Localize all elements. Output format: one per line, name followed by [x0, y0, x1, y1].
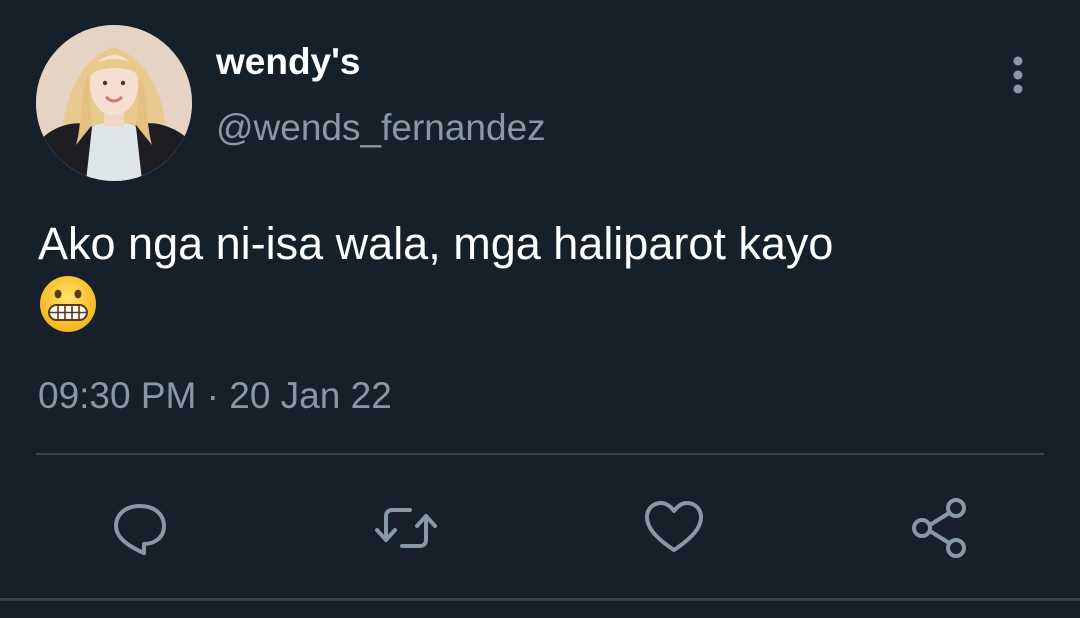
retweet-arrows-icon — [375, 508, 437, 548]
tweet-card: wendy's @wends_fernandez Ako nga ni-isa … — [0, 0, 1080, 618]
vertical-ellipsis-icon — [1013, 56, 1023, 94]
reply-button[interactable] — [108, 496, 172, 560]
heart-icon — [645, 501, 703, 552]
avatar-photo-icon — [36, 25, 192, 181]
share-nodes-icon — [912, 498, 966, 558]
share-button[interactable] — [908, 496, 972, 560]
tweet-timestamp[interactable]: 09:30 PM · 20 Jan 22 — [38, 374, 392, 418]
more-options-button[interactable] — [998, 52, 1038, 98]
reply-bubble-icon — [114, 504, 166, 555]
tweet-text: Ako nga ni-isa wala, mga haliparot kayo — [38, 214, 1038, 339]
like-button[interactable] — [642, 496, 706, 560]
bottom-divider — [0, 598, 1080, 601]
tweet-body: Ako nga ni-isa wala, mga haliparot kayo — [38, 218, 834, 269]
user-handle[interactable]: @wends_fernandez — [216, 106, 546, 150]
divider — [36, 453, 1044, 455]
display-name[interactable]: wendy's — [216, 40, 361, 84]
avatar[interactable] — [36, 25, 192, 181]
grimacing-face-emoji-icon — [40, 276, 96, 332]
retweet-button[interactable] — [374, 496, 438, 560]
